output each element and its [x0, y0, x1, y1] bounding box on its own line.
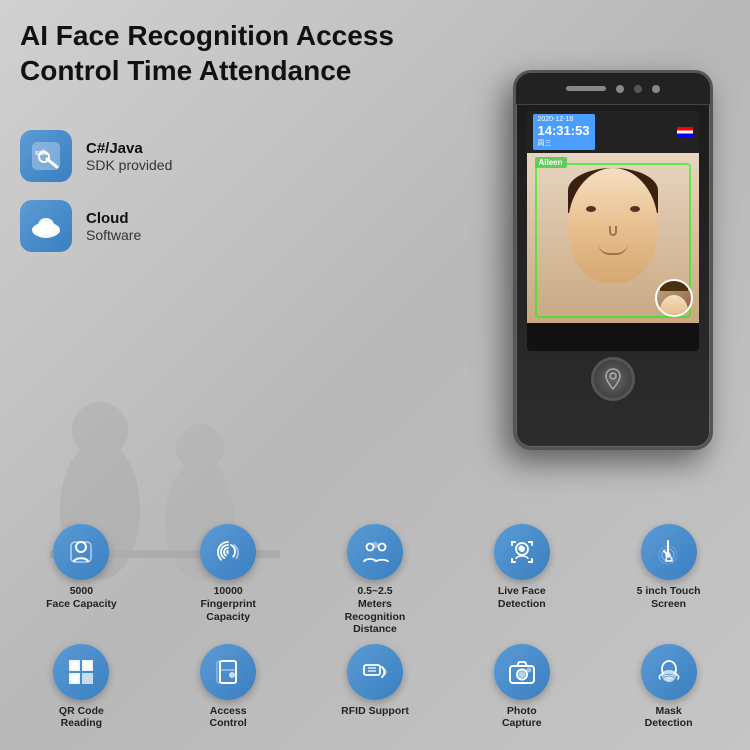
face-capacity-icon — [66, 537, 96, 567]
touch-screen-label: 5 inch Touch Screen — [633, 585, 705, 610]
qr-code-icon-circle — [53, 644, 109, 700]
screen-time: 14:31:53 — [538, 123, 590, 138]
sensor-dot-1 — [616, 85, 624, 93]
thumb-photo — [655, 279, 693, 317]
sdk-line1: C#/Java — [86, 140, 172, 157]
access-control-icon — [213, 657, 243, 687]
rfid-label: RFID Support — [341, 705, 409, 718]
feature-sdk-text: C#/Java SDK provided — [86, 140, 172, 173]
feature-recognition-distance: 0.5~2.5 MetersRecognition Distance — [304, 524, 447, 635]
fingerprint-capacity-icon-circle — [200, 524, 256, 580]
live-face-icon — [507, 537, 537, 567]
fingerprint-button[interactable] — [591, 357, 635, 401]
thumb-face — [660, 295, 688, 317]
feature-photo-capture: Photo Capture — [450, 644, 593, 730]
cloud-line1: Cloud — [86, 210, 141, 227]
features-list: sdk C#/Java SDK provided — [20, 130, 340, 270]
sensor-bar — [566, 86, 606, 91]
feature-touch-screen: 5 inch Touch Screen — [597, 524, 740, 635]
rfid-icon-circle — [347, 644, 403, 700]
live-face-icon-circle — [494, 524, 550, 580]
qr-code-label: QR Code Reading — [45, 705, 117, 730]
touch-screen-icon-circle — [641, 524, 697, 580]
mask-detection-label: Mask Detection — [633, 705, 705, 730]
fingerprint-icon — [601, 367, 625, 391]
sensor-dot-2 — [634, 85, 642, 93]
sdk-icon-bg: sdk — [20, 130, 72, 182]
photo-capture-icon-circle — [494, 644, 550, 700]
photo-capture-label: Photo Capture — [486, 705, 558, 730]
feature-cloud-text: Cloud Software — [86, 210, 141, 243]
thumb-hair — [660, 281, 688, 291]
title-section: AI Face Recognition Access Control Time … — [20, 18, 410, 88]
device-body: 2020-12-18 14:31:53 周三 — [513, 70, 713, 450]
feature-face-capacity: 5000Face Capacity — [10, 524, 153, 635]
main-content: AI Face Recognition Access Control Time … — [0, 0, 750, 750]
feature-live-face: Live Face Detection — [450, 524, 593, 635]
qr-code-icon — [66, 657, 96, 687]
sdk-line2: SDK provided — [86, 157, 172, 173]
touch-screen-icon — [654, 537, 684, 567]
screen-header: 2020-12-18 14:31:53 周三 — [527, 111, 699, 153]
device-screen: 2020-12-18 14:31:53 周三 — [527, 111, 699, 351]
photo-capture-icon — [507, 657, 537, 687]
screen-date: 2020-12-18 — [538, 116, 590, 123]
feature-rfid: RFID Support — [304, 644, 447, 730]
recognition-distance-label: 0.5~2.5 MetersRecognition Distance — [339, 585, 411, 635]
face-capacity-icon-circle — [53, 524, 109, 580]
live-face-label: Live Face Detection — [486, 585, 558, 610]
screen-day: 周三 — [538, 138, 590, 148]
mask-detection-icon — [654, 657, 684, 687]
recognition-distance-icon — [360, 537, 390, 567]
feature-fingerprint: 10000Fingerprint Capacity — [157, 524, 300, 635]
cloud-icon — [28, 208, 64, 244]
cloud-icon-bg — [20, 200, 72, 252]
device-image: 2020-12-18 14:31:53 周三 — [505, 70, 720, 450]
face-display: Aileen — [527, 153, 699, 323]
main-title-line1: AI Face Recognition Access — [20, 18, 410, 53]
access-control-label: Access Control — [192, 705, 264, 730]
screen-time-block: 2020-12-18 14:31:53 周三 — [533, 114, 595, 150]
recognition-distance-icon-circle — [347, 524, 403, 580]
sensor-dot-3 — [652, 85, 660, 93]
feature-qr-code: QR Code Reading — [10, 644, 153, 730]
fingerprint-capacity-icon — [213, 537, 243, 567]
feature-access-control: Access Control — [157, 644, 300, 730]
face-capacity-label: 5000Face Capacity — [46, 585, 117, 610]
sdk-icon: sdk — [29, 139, 63, 173]
access-control-icon-circle — [200, 644, 256, 700]
main-title-line2: Control Time Attendance — [20, 53, 410, 88]
rfid-icon — [360, 657, 390, 687]
flag-icon — [677, 127, 693, 137]
features-icons-grid: 5000Face Capacity 10000Fingerprint Capac… — [10, 524, 740, 730]
device-sensors — [516, 73, 710, 105]
cloud-line2: Software — [86, 227, 141, 243]
mask-detection-icon-circle — [641, 644, 697, 700]
feature-mask-detection: Mask Detection — [597, 644, 740, 730]
feature-cloud: Cloud Software — [20, 200, 340, 252]
fingerprint-capacity-label: 10000Fingerprint Capacity — [192, 585, 264, 623]
feature-sdk: sdk C#/Java SDK provided — [20, 130, 340, 182]
face-name-badge: Aileen — [535, 157, 567, 168]
